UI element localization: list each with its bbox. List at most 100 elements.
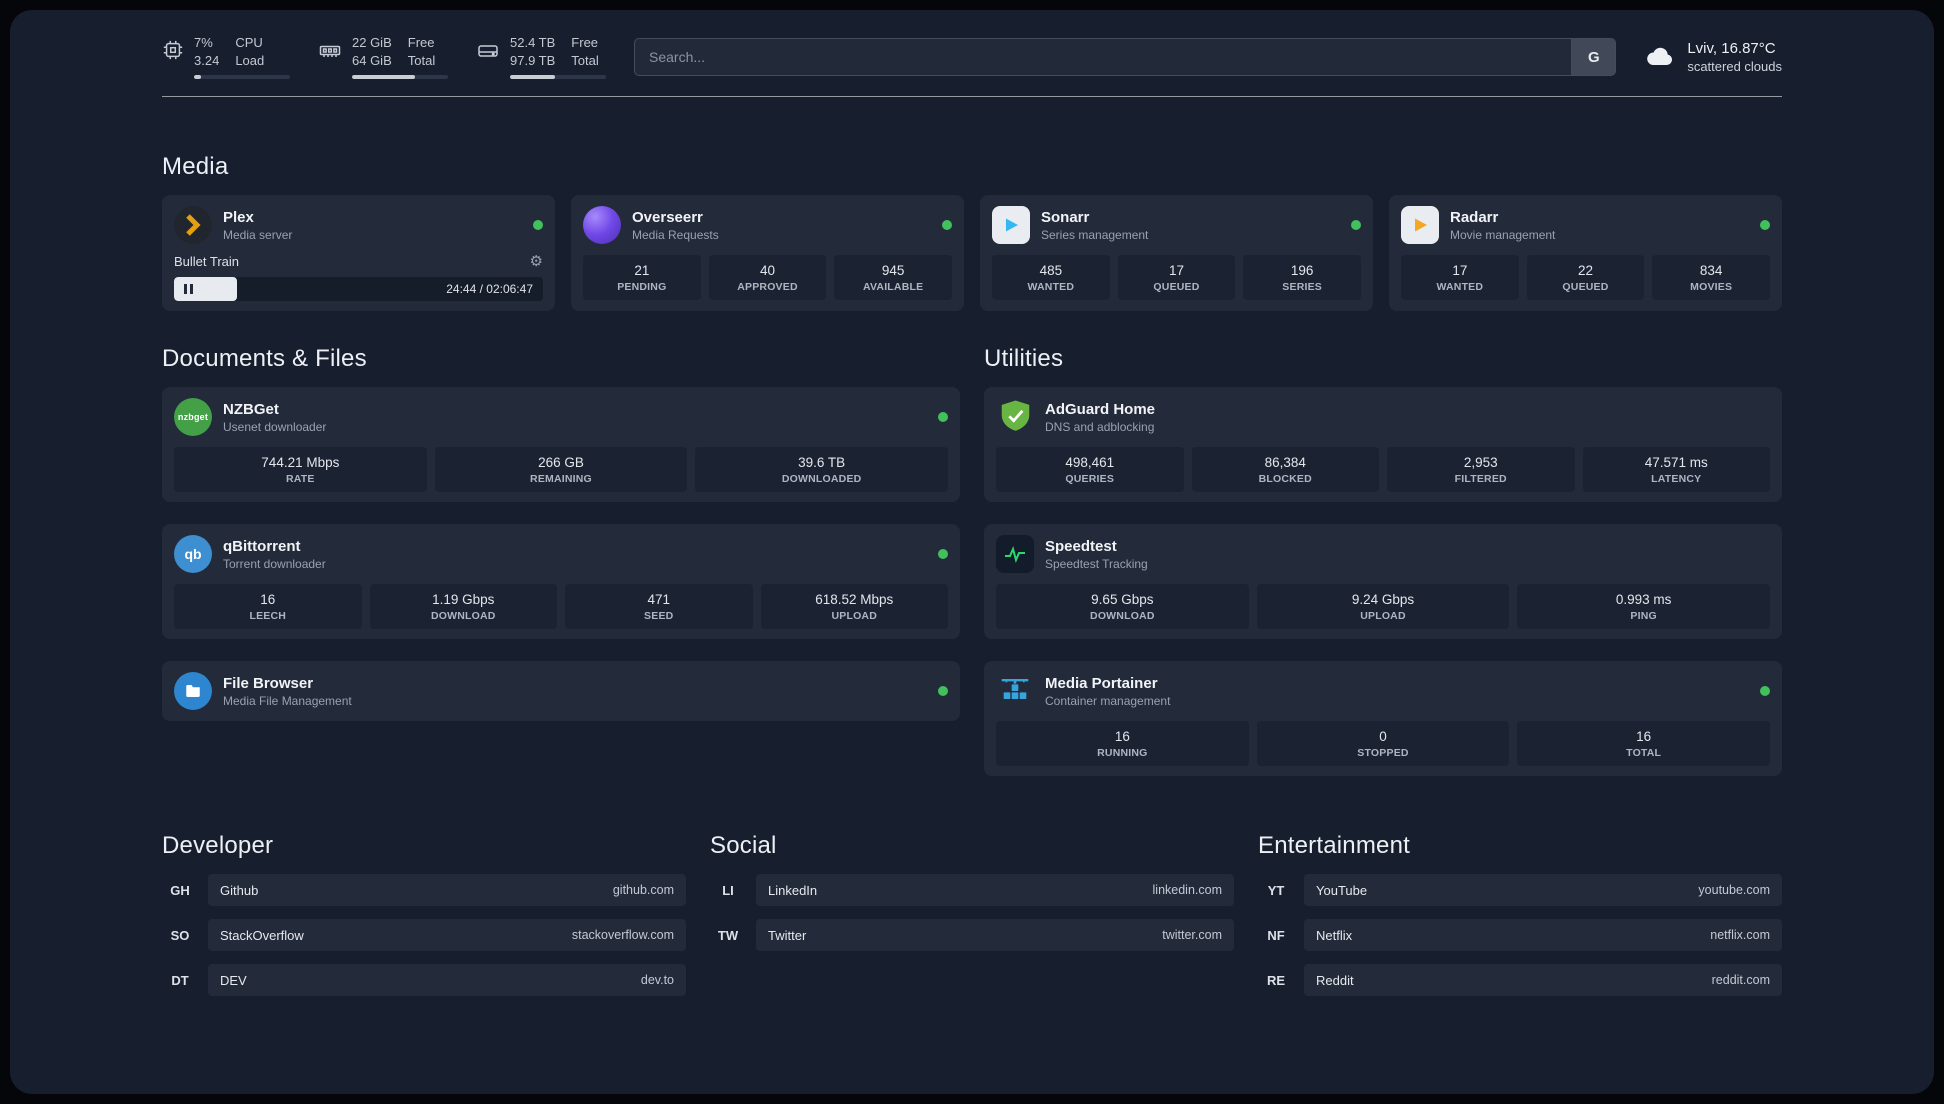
app-name: qBittorrent [223,537,301,555]
section-heading-social: Social [710,832,777,859]
stat-label: FILTERED [1454,472,1507,485]
stat-label: PENDING [617,280,667,293]
bookmark-link-netflix[interactable]: Netflix netflix.com [1304,919,1782,951]
stat-tile: 485 WANTED [992,255,1110,300]
stat-tile: 744.21 Mbps RATE [174,447,427,492]
stat-label: TOTAL [1626,746,1662,759]
bookmark-name: LinkedIn [768,882,818,898]
bookmark-abbr: SO [170,927,190,943]
stat-tile: 21 PENDING [583,255,701,300]
nzbget-icon: nzbget [174,398,212,436]
app-card-plex[interactable]: Plex Media server Bullet Train ⚙ 24:44 /… [162,195,555,311]
bookmark-name: Reddit [1316,972,1354,988]
stat-value: 266 GB [538,454,584,470]
app-subtitle: Series management [1041,227,1149,242]
stat-label: LEECH [249,609,287,622]
bookmark-link-reddit[interactable]: Reddit reddit.com [1304,964,1782,996]
stat-value: 471 [647,591,671,607]
portainer-icon [996,672,1034,710]
stat-value: 17 [1452,262,1468,278]
cpu-icon [163,41,183,60]
app-subtitle: Media Requests [632,227,719,242]
stat-tile: 1.19 Gbps DOWNLOAD [369,584,557,629]
playback-time: 24:44 / 02:06:47 [446,282,533,296]
stat-value: 498,461 [1065,454,1115,470]
bookmark-abbr: GH [170,882,190,898]
bookmark-row: YT YouTube youtube.com [1258,874,1782,906]
app-card-qbittorrent[interactable]: qb qBittorrent Torrent downloader 16 LEE… [162,524,960,639]
stat-value: 16 [1114,728,1130,744]
bookmark-link-dev[interactable]: DEV dev.to [208,964,686,996]
bookmark-link-stackoverflow[interactable]: StackOverflow stackoverflow.com [208,919,686,951]
stat-tile: 498,461 QUERIES [996,447,1184,492]
bookmark-url: stackoverflow.com [571,928,674,942]
filebrowser-icon [174,672,212,710]
weather-location: Lviv, 16.87°C [1687,40,1776,57]
bookmark-url: reddit.com [1711,973,1770,987]
stat-label: SEED [644,609,674,622]
bookmark-row: TW Twitter twitter.com [710,919,1234,951]
bookmark-name: YouTube [1316,882,1368,898]
app-card-sonarr[interactable]: Sonarr Series management 485 WANTED 17 Q… [980,195,1373,311]
stat-tile: 16 LEECH [174,584,362,629]
stat-label: LATENCY [1651,472,1702,485]
storage-metric: 52.4 TB 97.9 TB Free Total [476,35,606,79]
bookmark-url: dev.to [640,973,674,987]
stat-value: 196 [1290,262,1314,278]
cpu-load-label: Load [235,53,265,68]
stat-tile: 17 QUEUED [1117,255,1236,300]
overseerr-icon [583,206,621,244]
stat-value: 0.993 ms [1615,591,1672,607]
memory-free-value: 22 GiB [352,35,392,51]
media-grid: Plex Media server Bullet Train ⚙ 24:44 /… [162,195,1782,311]
stat-tile: 16 RUNNING [996,721,1249,766]
bookmark-link-github[interactable]: Github github.com [208,874,686,906]
stat-tile: 17 WANTED [1401,255,1519,300]
app-card-portainer[interactable]: Media Portainer Container management 16 … [984,661,1782,776]
app-card-filebrowser[interactable]: File Browser Media File Management [162,661,960,721]
app-subtitle: DNS and adblocking [1045,419,1155,434]
stat-tile: 0.993 ms PING [1517,584,1770,629]
memory-total-label: Total [407,53,436,68]
stat-label: QUERIES [1065,472,1115,485]
storage-free-label: Free [571,35,599,51]
stat-label: APPROVED [737,280,798,293]
stat-value: 1.19 Gbps [432,591,495,607]
app-subtitle: Movie management [1450,227,1556,242]
stat-tile: 266 GB REMAINING [434,447,688,492]
weather-widget[interactable]: Lviv, 16.87°C scattered clouds [1644,40,1782,74]
app-card-nzbget[interactable]: nzbget NZBGet Usenet downloader 744.21 M… [162,387,960,502]
app-name: Speedtest [1045,537,1117,555]
stat-value: 0 [1379,728,1387,744]
speedtest-icon [996,535,1034,573]
stat-value: 16 [1636,728,1652,744]
pause-icon[interactable] [184,284,193,294]
stat-label: UPLOAD [831,609,878,622]
sonarr-icon [992,206,1030,244]
plex-icon [174,206,212,244]
bookmark-url: linkedin.com [1152,883,1222,897]
app-card-speedtest[interactable]: Speedtest Speedtest Tracking 9.65 Gbps D… [984,524,1782,639]
stat-label: WANTED [1436,280,1484,293]
app-card-radarr[interactable]: Radarr Movie management 17 WANTED 22 QUE… [1389,195,1782,311]
bookmark-link-linkedin[interactable]: LinkedIn linkedin.com [756,874,1234,906]
status-dot [942,220,952,230]
documents-column: Documents & Files nzbget NZBGet Usenet d… [162,345,960,776]
status-dot [1760,686,1770,696]
bookmark-link-twitter[interactable]: Twitter twitter.com [756,919,1234,951]
bookmark-abbr: YT [1267,882,1285,898]
status-dot [938,549,948,559]
storage-progress-bar [510,74,606,79]
playback-progress-bar[interactable]: 24:44 / 02:06:47 [174,277,543,301]
search-input[interactable] [635,39,1572,75]
memory-free-label: Free [407,35,435,51]
app-card-overseerr[interactable]: Overseerr Media Requests 21 PENDING 40 A… [571,195,964,311]
qbittorrent-icon: qb [174,535,212,573]
bookmark-name: Netflix [1316,927,1353,943]
memory-icon [319,46,341,58]
search-engine-button[interactable]: G [1571,39,1616,75]
bookmark-link-youtube[interactable]: YouTube youtube.com [1304,874,1782,906]
gear-icon[interactable]: ⚙ [530,254,543,269]
app-card-adguard[interactable]: AdGuard Home DNS and adblocking 498,461 … [984,387,1782,502]
cpu-progress-bar [194,74,290,79]
